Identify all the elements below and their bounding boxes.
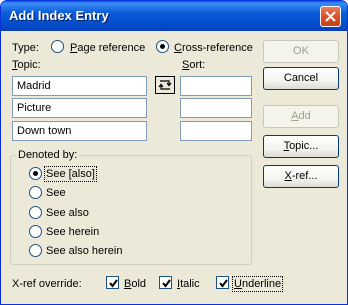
see-also-label[interactable]: See also bbox=[46, 207, 89, 219]
see-herein-radio[interactable] bbox=[29, 225, 42, 238]
see-also-bracket-radio[interactable] bbox=[29, 167, 42, 180]
topic-field-2[interactable]: Picture bbox=[12, 98, 147, 118]
bold-checkbox[interactable] bbox=[106, 276, 119, 289]
dialog-body: Type: Page reference Cross-reference Top… bbox=[4, 31, 344, 303]
topic-field-1[interactable]: Madrid bbox=[12, 76, 147, 96]
add-index-entry-dialog: Add Index Entry Type: Page reference Cro… bbox=[0, 0, 348, 305]
see-label[interactable]: See bbox=[46, 187, 66, 199]
topic-label: Topic: bbox=[12, 59, 41, 71]
sort-field-2[interactable] bbox=[180, 98, 252, 118]
cross-reference-label[interactable]: Cross-reference bbox=[174, 42, 253, 54]
page-reference-label[interactable]: Page reference bbox=[70, 42, 145, 54]
sort-field-1[interactable] bbox=[180, 76, 252, 96]
see-radio[interactable] bbox=[29, 186, 42, 199]
see-also-herein-label[interactable]: See also herein bbox=[46, 245, 122, 257]
cancel-button[interactable]: Cancel bbox=[263, 67, 339, 90]
italic-label[interactable]: Italic bbox=[177, 278, 200, 290]
add-button[interactable]: Add bbox=[263, 105, 339, 128]
close-button[interactable] bbox=[320, 6, 341, 27]
topic-button[interactable]: Topic... bbox=[263, 135, 339, 158]
window-title: Add Index Entry bbox=[9, 8, 109, 23]
sort-field-3[interactable] bbox=[180, 121, 252, 141]
denoted-by-label: Denoted by: bbox=[16, 149, 80, 161]
underline-checkbox[interactable] bbox=[216, 276, 229, 289]
underline-label[interactable]: Underline bbox=[231, 276, 284, 292]
type-label: Type: bbox=[12, 42, 39, 54]
topic-field-3[interactable]: Down town bbox=[12, 121, 147, 141]
see-also-herein-radio[interactable] bbox=[29, 244, 42, 257]
xref-override-label: X-ref override: bbox=[12, 278, 82, 290]
swap-arrows-icon bbox=[158, 80, 172, 90]
close-icon bbox=[325, 11, 336, 22]
checkmark-icon bbox=[109, 279, 118, 288]
ok-button[interactable]: OK bbox=[263, 40, 339, 63]
checkmark-icon bbox=[162, 279, 171, 288]
checkmark-icon bbox=[219, 279, 228, 288]
bold-label[interactable]: Bold bbox=[124, 278, 146, 290]
page-reference-label-rest: age reference bbox=[77, 42, 146, 54]
sort-label: Sort: bbox=[182, 59, 206, 71]
see-also-radio[interactable] bbox=[29, 206, 42, 219]
cross-reference-radio[interactable] bbox=[156, 40, 169, 53]
see-herein-label[interactable]: See herein bbox=[46, 226, 99, 238]
swap-topic-sort-button[interactable] bbox=[155, 76, 175, 94]
title-bar[interactable]: Add Index Entry bbox=[1, 1, 347, 31]
italic-checkbox[interactable] bbox=[159, 276, 172, 289]
xref-button[interactable]: X-ref... bbox=[263, 165, 339, 188]
page-reference-radio[interactable] bbox=[51, 40, 64, 53]
see-also-bracket-label[interactable]: See [also] bbox=[44, 166, 97, 182]
